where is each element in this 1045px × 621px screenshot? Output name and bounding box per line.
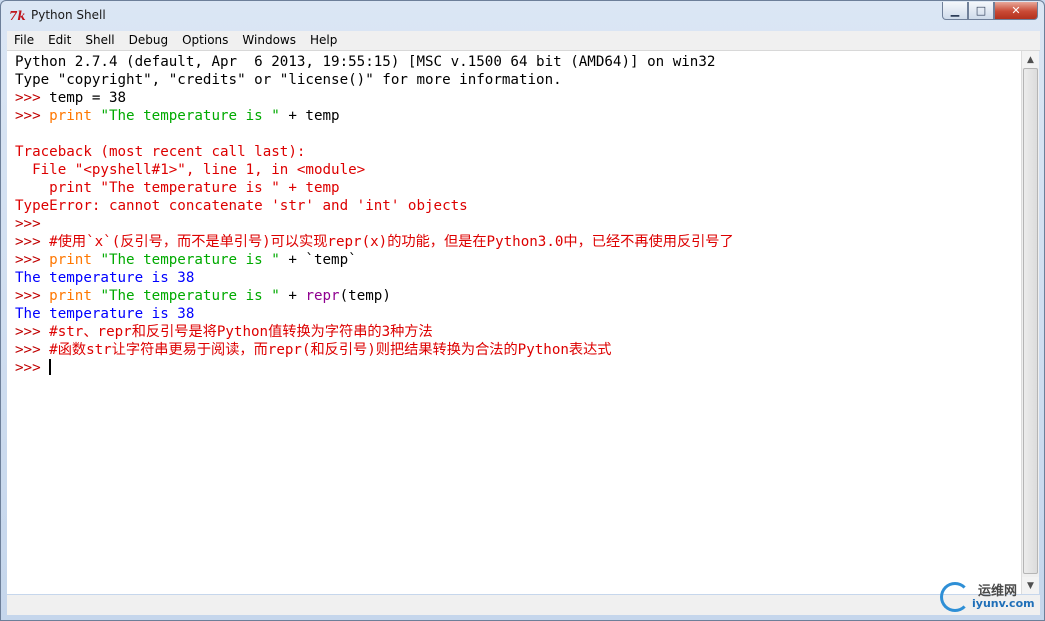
shell-token: print	[49, 108, 92, 124]
menu-options[interactable]: Options	[175, 31, 235, 50]
maximize-button[interactable]: □	[968, 2, 994, 20]
shell-line: File "<pyshell#1>", line 1, in <module>	[15, 161, 734, 179]
shell-token: Traceback (most recent call last):	[15, 144, 306, 160]
shell-token: "The temperature is "	[100, 108, 280, 124]
shell-token: >>>	[15, 288, 50, 304]
menu-bar: File Edit Shell Debug Options Windows He…	[7, 31, 1040, 51]
scroll-thumb[interactable]	[1023, 68, 1038, 574]
shell-token: + `temp`	[279, 252, 357, 268]
python-shell-window: 7k Python Shell ▁ □ ✕ File Edit Shell De…	[0, 0, 1045, 621]
shell-line: Type "copyright", "credits" or "license(…	[15, 71, 734, 89]
shell-token: "The temperature is "	[100, 252, 280, 268]
close-button[interactable]: ✕	[994, 2, 1038, 20]
shell-line: The temperature is 38	[15, 269, 734, 287]
shell-line: >>> print "The temperature is " + `temp`	[15, 251, 734, 269]
shell-token: >>>	[15, 108, 50, 124]
shell-token: print "The temperature is " + temp	[15, 180, 340, 196]
scroll-up-arrow-icon[interactable]: ▲	[1022, 51, 1039, 68]
shell-output: Python 2.7.4 (default, Apr 6 2013, 19:55…	[15, 53, 734, 377]
text-cursor	[49, 359, 52, 375]
menu-edit[interactable]: Edit	[41, 31, 78, 50]
shell-token: >>>	[15, 216, 50, 232]
shell-token: + temp	[279, 108, 340, 124]
shell-token: "The temperature is "	[100, 288, 280, 304]
menu-windows[interactable]: Windows	[235, 31, 303, 50]
shell-line: >>> print "The temperature is " + repr(t…	[15, 287, 734, 305]
vertical-scrollbar[interactable]: ▲ ▼	[1021, 51, 1039, 594]
shell-token: #使用`x`(反引号，而不是单引号)可以实现repr(x)的功能，但是在Pyth…	[49, 234, 734, 250]
shell-line: >>>	[15, 359, 734, 377]
shell-line: >>> temp = 38	[15, 89, 734, 107]
title-bar[interactable]: 7k Python Shell ▁ □ ✕	[1, 1, 1044, 31]
shell-line: The temperature is 38	[15, 305, 734, 323]
watermark-logo: 运维网 iyunv.com	[940, 580, 1036, 614]
shell-token: The temperature is 38	[15, 270, 195, 286]
shell-line: print "The temperature is " + temp	[15, 179, 734, 197]
status-bar	[7, 595, 1040, 615]
shell-token: >>>	[15, 360, 50, 376]
shell-text-area[interactable]: Python 2.7.4 (default, Apr 6 2013, 19:55…	[7, 51, 1021, 594]
shell-token: +	[279, 288, 306, 304]
minimize-button[interactable]: ▁	[942, 2, 968, 20]
shell-token: #函数str让字符串更易于阅读，而repr(和反引号)则把结果转换为合法的Pyt…	[49, 342, 612, 358]
shell-line: >>> #使用`x`(反引号，而不是单引号)可以实现repr(x)的功能，但是在…	[15, 233, 734, 251]
menu-shell[interactable]: Shell	[78, 31, 121, 50]
shell-token: >>>	[15, 324, 50, 340]
shell-token: >>>	[15, 342, 50, 358]
tk-feather-icon: 7k	[9, 9, 26, 23]
shell-token: >>>	[15, 90, 50, 106]
shell-line: >>> #函数str让字符串更易于阅读，而repr(和反引号)则把结果转换为合法…	[15, 341, 734, 359]
shell-token: #str、repr和反引号是将Python值转换为字符串的3种方法	[49, 324, 433, 340]
shell-token: Python 2.7.4 (default, Apr 6 2013, 19:55…	[15, 54, 716, 70]
shell-token: The temperature is 38	[15, 306, 195, 322]
shell-line: TypeError: cannot concatenate 'str' and …	[15, 197, 734, 215]
shell-line: Python 2.7.4 (default, Apr 6 2013, 19:55…	[15, 53, 734, 71]
shell-line: >>> #str、repr和反引号是将Python值转换为字符串的3种方法	[15, 323, 734, 341]
shell-token: print	[49, 252, 92, 268]
shell-token: >>>	[15, 234, 50, 250]
shell-token: TypeError: cannot concatenate 'str' and …	[15, 198, 468, 214]
menu-file[interactable]: File	[7, 31, 41, 50]
shell-line: Traceback (most recent call last):	[15, 143, 734, 161]
shell-token: temp = 38	[49, 90, 127, 106]
shell-token: (temp)	[339, 288, 391, 304]
shell-token: print	[49, 288, 92, 304]
menu-debug[interactable]: Debug	[122, 31, 175, 50]
watermark-ring-icon	[940, 582, 970, 612]
watermark-url: iyunv.com	[972, 597, 1035, 610]
menu-help[interactable]: Help	[303, 31, 344, 50]
shell-token: Type "copyright", "credits" or "license(…	[15, 72, 562, 88]
shell-line: >>>	[15, 215, 734, 233]
shell-token: >>>	[15, 252, 50, 268]
shell-token: repr	[305, 288, 340, 304]
window-title: Python Shell	[31, 8, 106, 22]
shell-token: File "<pyshell#1>", line 1, in <module>	[15, 162, 366, 178]
caption-buttons: ▁ □ ✕	[942, 2, 1038, 20]
shell-line: >>> print "The temperature is " + temp	[15, 107, 734, 125]
